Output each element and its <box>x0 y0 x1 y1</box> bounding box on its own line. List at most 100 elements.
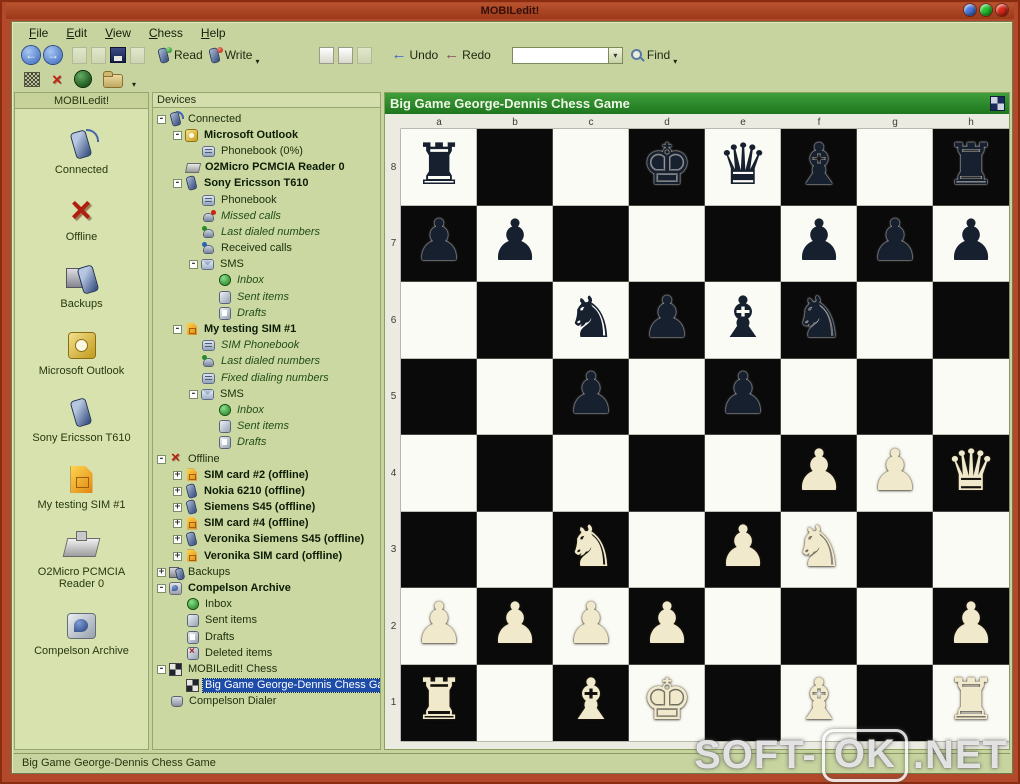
tree-item-sent-items[interactable]: Sent items <box>155 289 380 305</box>
properties-button[interactable] <box>355 47 374 64</box>
tree-item-siemens-s45-offline[interactable]: +Siemens S45 (offline) <box>155 500 380 516</box>
find-button[interactable]: Find <box>627 47 673 63</box>
square-c2[interactable]: ♟ <box>553 588 629 665</box>
tree-item-inbox[interactable]: Inbox <box>155 597 380 613</box>
connect-button[interactable] <box>72 70 94 88</box>
square-f5[interactable] <box>781 359 857 436</box>
square-c7[interactable] <box>553 206 629 283</box>
sidebar-item-sony-ericsson-t610[interactable]: Sony Ericsson T610 <box>15 398 148 444</box>
chess-panel-icon[interactable] <box>991 97 1004 110</box>
sidebar-item-connected[interactable]: Connected <box>15 130 148 176</box>
tree-item-last-dialed-numbers[interactable]: Last dialed numbers <box>155 354 380 370</box>
expand-expander-icon[interactable]: + <box>173 487 182 496</box>
square-f6[interactable]: ♞ <box>781 282 857 359</box>
collapse-expander-icon[interactable]: - <box>189 260 198 269</box>
square-e2[interactable] <box>705 588 781 665</box>
sidebar-item-my-testing-sim-1[interactable]: My testing SIM #1 <box>15 465 148 511</box>
copy-button[interactable] <box>317 47 336 64</box>
square-e7[interactable] <box>705 206 781 283</box>
square-a5[interactable] <box>401 359 477 436</box>
collapse-expander-icon[interactable]: - <box>157 665 166 674</box>
expand-expander-icon[interactable]: + <box>157 568 166 577</box>
square-b6[interactable] <box>477 282 553 359</box>
write-button[interactable]: Write <box>206 47 256 64</box>
sidebar-item-offline[interactable]: Offline <box>15 197 148 243</box>
square-f2[interactable] <box>781 588 857 665</box>
square-c8[interactable] <box>553 129 629 206</box>
open-folder-button[interactable] <box>101 71 125 88</box>
write-dropdown-caret-icon[interactable]: ▾ <box>255 57 259 66</box>
tree-item-connected[interactable]: -Connected <box>155 111 380 127</box>
tree-item-compelson-archive[interactable]: -Compelson Archive <box>155 580 380 596</box>
square-h5[interactable] <box>933 359 1009 436</box>
tree-item-veronika-siemens-s45-offline[interactable]: +Veronika Siemens S45 (offline) <box>155 532 380 548</box>
square-h8[interactable]: ♜ <box>933 129 1009 206</box>
expand-expander-icon[interactable]: + <box>173 519 182 528</box>
square-d5[interactable] <box>629 359 705 436</box>
square-c4[interactable] <box>553 435 629 512</box>
square-d2[interactable]: ♟ <box>629 588 705 665</box>
read-button[interactable]: Read <box>155 47 206 64</box>
tree-item-sim-card-2-offline[interactable]: +SIM card #2 (offline) <box>155 467 380 483</box>
tree-item-sony-ericsson-t610[interactable]: -Sony Ericsson T610 <box>155 176 380 192</box>
sidebar-item-compelson-archive[interactable]: Compelson Archive <box>15 611 148 657</box>
save-button[interactable] <box>108 47 128 63</box>
square-g3[interactable] <box>857 512 933 589</box>
menu-help[interactable]: Help <box>194 25 233 41</box>
square-a2[interactable]: ♟ <box>401 588 477 665</box>
square-c5[interactable]: ♟ <box>553 359 629 436</box>
tree-item-offline[interactable]: -Offline <box>155 451 380 467</box>
new-button[interactable] <box>70 47 89 64</box>
square-b5[interactable] <box>477 359 553 436</box>
sidebar-item-microsoft-outlook[interactable]: Microsoft Outlook <box>15 331 148 377</box>
square-d6[interactable]: ♟ <box>629 282 705 359</box>
maximize-button[interactable] <box>980 4 992 16</box>
square-g2[interactable] <box>857 588 933 665</box>
paste-button[interactable] <box>336 47 355 64</box>
tree-item-missed-calls[interactable]: Missed calls <box>155 208 380 224</box>
square-d4[interactable] <box>629 435 705 512</box>
expand-expander-icon[interactable]: + <box>173 552 182 561</box>
square-f3[interactable]: ♞ <box>781 512 857 589</box>
menu-chess[interactable]: Chess <box>142 25 190 41</box>
square-f8[interactable]: ♝ <box>781 129 857 206</box>
tree-item-fixed-dialing-numbers[interactable]: Fixed dialing numbers <box>155 370 380 386</box>
tree-item-veronika-sim-card-offline[interactable]: +Veronika SIM card (offline) <box>155 548 380 564</box>
tree-item-sent-items[interactable]: Sent items <box>155 419 380 435</box>
tree-item-sms[interactable]: -SMS <box>155 386 380 402</box>
square-h6[interactable] <box>933 282 1009 359</box>
square-e3[interactable]: ♟ <box>705 512 781 589</box>
square-e4[interactable] <box>705 435 781 512</box>
undo-button[interactable]: ←Undo <box>388 47 441 63</box>
tree-item-sim-phonebook[interactable]: SIM Phonebook <box>155 338 380 354</box>
sidebar-item-backups[interactable]: Backups <box>15 264 148 310</box>
forward-button[interactable]: → <box>44 46 62 64</box>
square-a3[interactable] <box>401 512 477 589</box>
square-a1[interactable]: ♜ <box>401 665 477 742</box>
square-b1[interactable] <box>477 665 553 742</box>
expand-expander-icon[interactable]: + <box>173 535 182 544</box>
square-c6[interactable]: ♞ <box>553 282 629 359</box>
tree-item-compelson-dialer[interactable]: Compelson Dialer <box>155 694 380 710</box>
tree-item-inbox[interactable]: Inbox <box>155 273 380 289</box>
collapse-expander-icon[interactable]: - <box>157 584 166 593</box>
square-e5[interactable]: ♟ <box>705 359 781 436</box>
square-a8[interactable]: ♜ <box>401 129 477 206</box>
square-h2[interactable]: ♟ <box>933 588 1009 665</box>
tree-item-backups[interactable]: +Backups <box>155 564 380 580</box>
tree-item-phonebook-0[interactable]: Phonebook (0%) <box>155 143 380 159</box>
square-h7[interactable]: ♟ <box>933 206 1009 283</box>
expand-expander-icon[interactable]: + <box>173 471 182 480</box>
tree-item-deleted-items[interactable]: Deleted items <box>155 645 380 661</box>
redo-button[interactable]: ←Redo <box>441 47 494 63</box>
square-b8[interactable] <box>477 129 553 206</box>
tree-item-nokia-6210-offline[interactable]: +Nokia 6210 (offline) <box>155 483 380 499</box>
open-button[interactable] <box>89 47 108 64</box>
tree-item-drafts[interactable]: Drafts <box>155 435 380 451</box>
square-g5[interactable] <box>857 359 933 436</box>
square-g6[interactable] <box>857 282 933 359</box>
tree-item-received-calls[interactable]: Received calls <box>155 241 380 257</box>
find-input[interactable] <box>512 47 608 64</box>
square-g7[interactable]: ♟ <box>857 206 933 283</box>
square-f4[interactable]: ♟ <box>781 435 857 512</box>
